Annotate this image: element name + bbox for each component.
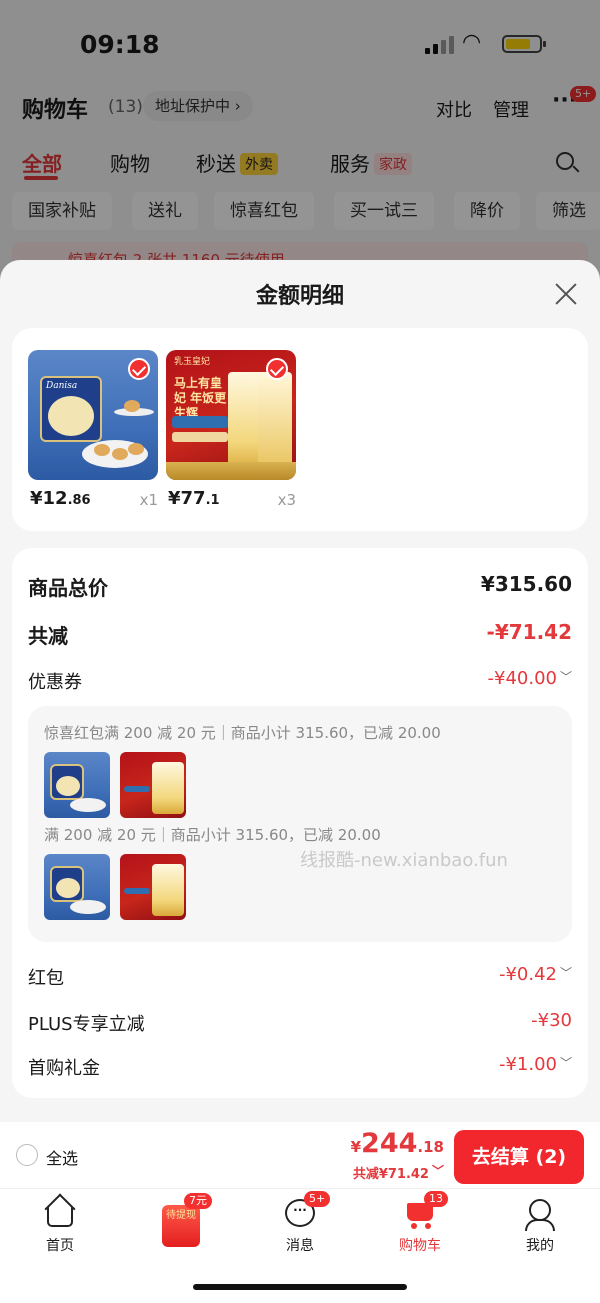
rice-slogan: 马上有皇妃 年饭更生辉 bbox=[174, 376, 227, 420]
redpacket-label: 红包 bbox=[28, 968, 64, 989]
cookie-thumbnail bbox=[44, 752, 110, 818]
product-quantity: x1 bbox=[139, 491, 158, 509]
coupon-detail-box: 惊喜红包满 200 减 20 元｜商品小计 315.60，已减 20.00 满 … bbox=[28, 706, 572, 942]
home-indicator bbox=[193, 1284, 407, 1290]
total-price-row: 商品总价 ¥315.60 bbox=[28, 572, 572, 602]
sheet-title: 金额明细 bbox=[255, 284, 344, 309]
tabbar-me-label: 我的 bbox=[526, 1238, 554, 1254]
redpack-text: 待提现 bbox=[166, 1210, 196, 1221]
select-all-radio[interactable] bbox=[16, 1144, 38, 1166]
saved-amount[interactable]: 共减¥71.42 ﹀ bbox=[353, 1162, 444, 1182]
total-price-value: ¥315.60 bbox=[480, 572, 572, 596]
chevron-down-icon: ﹀ bbox=[431, 1164, 444, 1178]
checkout-bar: 全选 ¥244.18 共减¥71.42 ﹀ 去结算 (2) bbox=[0, 1122, 600, 1188]
tabbar-messages-label: 消息 bbox=[286, 1238, 314, 1254]
tabbar-home[interactable]: 首页 bbox=[20, 1193, 100, 1255]
amount-detail-sheet: 金额明细 Danisa ¥12.86 x1 乳玉皇妃 马上有皇妃 年饭更生辉 ¥… bbox=[0, 260, 600, 1303]
total-reduction-row: 共减 -¥71.42 bbox=[28, 620, 572, 650]
first-buy-label: 首购礼金 bbox=[28, 1058, 100, 1079]
total-reduction-label: 共减 bbox=[28, 624, 68, 648]
cookie-brand-label: Danisa bbox=[46, 381, 78, 391]
home-icon bbox=[43, 1193, 77, 1231]
chevron-down-icon: ﹀ bbox=[559, 670, 572, 684]
chevron-down-icon: ﹀ bbox=[559, 1056, 572, 1070]
messages-badge: 5+ bbox=[304, 1191, 331, 1207]
redpack-withdraw-icon[interactable]: 待提现 bbox=[162, 1205, 200, 1247]
coupon-detail-line: 满 200 减 20 元｜商品小计 315.60，已减 20.00 bbox=[44, 826, 381, 844]
coupon-row[interactable]: 优惠券 -¥40.00 ﹀ bbox=[28, 668, 572, 698]
coupon-detail-line: 惊喜红包满 200 减 20 元｜商品小计 315.60，已减 20.00 bbox=[44, 724, 441, 742]
tabbar-cart[interactable]: 购物车 bbox=[380, 1197, 460, 1255]
rice-thumbnail bbox=[120, 854, 186, 920]
plus-discount-value: -¥30 bbox=[531, 1010, 572, 1031]
product-price: ¥77.1 bbox=[168, 488, 220, 509]
first-buy-row[interactable]: 首购礼金 -¥1.00 ﹀ bbox=[28, 1054, 572, 1084]
first-buy-value: -¥1.00 bbox=[498, 1054, 557, 1075]
cart-badge: 13 bbox=[424, 1191, 448, 1207]
tabbar-home-label: 首页 bbox=[46, 1238, 74, 1254]
total-amount: ¥244.18 bbox=[350, 1128, 444, 1159]
coupon-value: -¥40.00 bbox=[487, 668, 557, 689]
checkout-button[interactable]: 去结算 (2) bbox=[454, 1130, 584, 1184]
price-detail-card: 商品总价 ¥315.60 共减 -¥71.42 优惠券 -¥40.00 ﹀ 惊喜红… bbox=[12, 548, 588, 1098]
rice-brand-label: 乳玉皇妃 bbox=[174, 357, 211, 367]
redpack-badge: 7元 bbox=[184, 1193, 212, 1209]
watermark-text: 线报酷-new.xianbao.fun bbox=[300, 850, 508, 871]
total-price-label: 商品总价 bbox=[28, 576, 108, 600]
close-icon[interactable] bbox=[554, 282, 578, 306]
tabbar-cart-label: 购物车 bbox=[399, 1238, 441, 1254]
product-price: ¥12.86 bbox=[30, 488, 91, 509]
cookie-tin: Danisa bbox=[40, 376, 102, 442]
redpacket-value: -¥0.42 bbox=[498, 964, 557, 985]
select-all-label[interactable]: 全选 bbox=[46, 1145, 78, 1169]
selected-check-icon bbox=[266, 358, 288, 380]
product-quantity: x3 bbox=[277, 491, 296, 509]
coupon-label: 优惠券 bbox=[28, 672, 82, 693]
redpacket-row[interactable]: 红包 -¥0.42 ﹀ bbox=[28, 964, 572, 994]
tabbar-me[interactable]: 我的 bbox=[500, 1197, 580, 1255]
cookie-thumbnail bbox=[44, 854, 110, 920]
chevron-down-icon: ﹀ bbox=[559, 966, 572, 980]
tabbar-messages[interactable]: ··· 消息 bbox=[260, 1197, 340, 1255]
product-summary-card: Danisa ¥12.86 x1 乳玉皇妃 马上有皇妃 年饭更生辉 ¥77.1 … bbox=[12, 328, 588, 531]
user-icon bbox=[523, 1197, 557, 1231]
selected-check-icon bbox=[128, 358, 150, 380]
total-reduction-value: -¥71.42 bbox=[486, 620, 572, 644]
plus-discount-row: PLUS专享立减 -¥30 bbox=[28, 1010, 572, 1040]
plus-discount-label: PLUS专享立减 bbox=[28, 1014, 145, 1035]
rice-thumbnail bbox=[120, 752, 186, 818]
